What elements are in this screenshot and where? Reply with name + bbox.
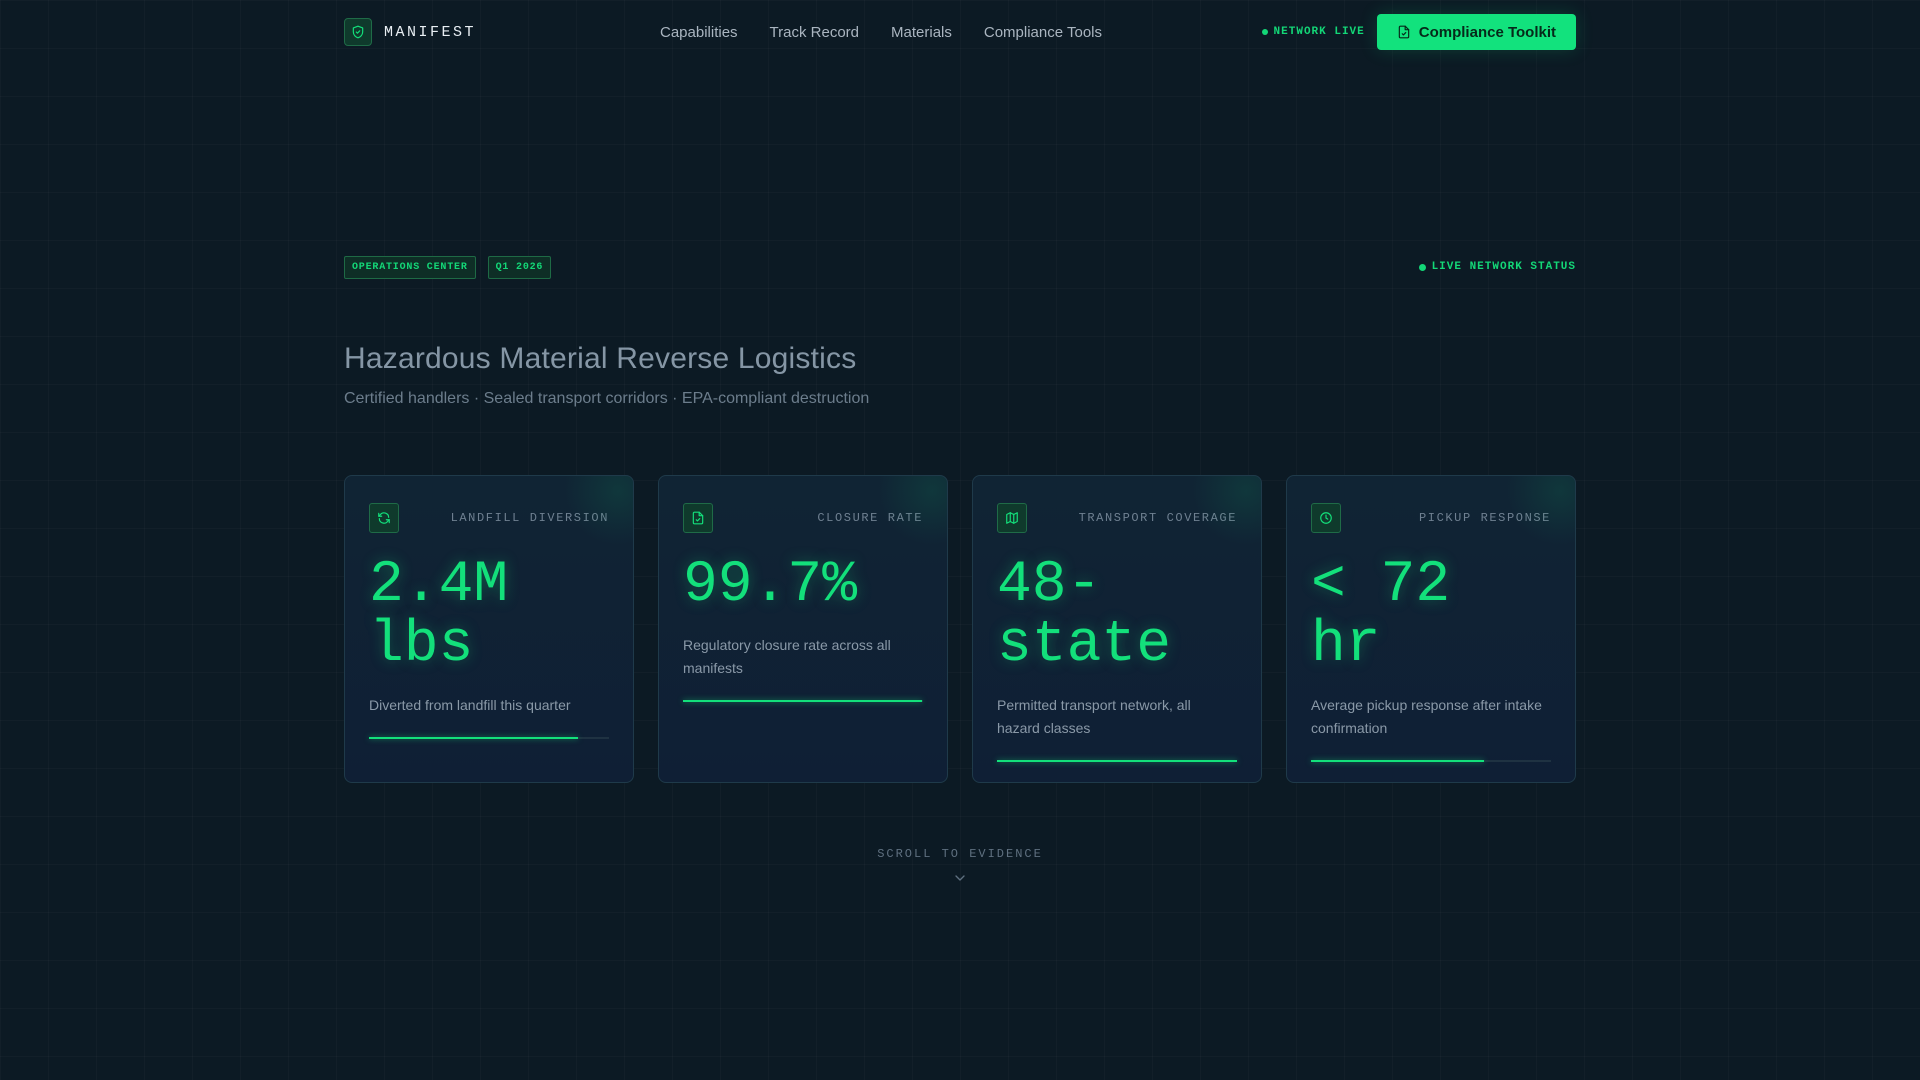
card-value: < 72 hr (1311, 553, 1451, 678)
progress-fill (683, 700, 923, 702)
page-title: Hazardous Material Reverse Logistics (344, 342, 857, 375)
nav-link-capabilities[interactable]: Capabilities (660, 24, 738, 41)
progress-bar (369, 737, 609, 739)
live-network-status: LIVE NETWORK STATUS (1418, 261, 1576, 273)
nav-right: NETWORK LIVE Compliance Toolkit (1261, 14, 1576, 50)
compliance-toolkit-button[interactable]: Compliance Toolkit (1376, 14, 1576, 50)
network-status-label: NETWORK LIVE (1273, 26, 1365, 38)
card-label: TRANSPORT COVERAGE (1078, 511, 1237, 525)
progress-bar (683, 700, 923, 702)
progress-bar (1311, 760, 1551, 762)
hero-tags: OPERATIONS CENTER Q1 2026 (344, 256, 552, 279)
metric-card-pickup-response: PICKUP RESPONSE < 72 hr Average pickup r… (1286, 475, 1576, 783)
map-icon (997, 503, 1027, 533)
progress-fill (1311, 760, 1484, 762)
card-label: PICKUP RESPONSE (1418, 511, 1551, 525)
brand[interactable]: MANIFEST (344, 18, 476, 46)
network-status: NETWORK LIVE (1261, 26, 1365, 38)
card-description: Diverted from landfill this quarter (369, 697, 571, 713)
page-subtitle: Certified handlers · Sealed transport co… (344, 390, 870, 407)
nav-link-materials[interactable]: Materials (891, 24, 952, 41)
card-label: CLOSURE RATE (817, 511, 923, 525)
clock-icon (1311, 503, 1341, 533)
tag-operations-center: OPERATIONS CENTER (344, 256, 476, 279)
card-description: Regulatory closure rate across all manif… (683, 637, 891, 676)
card-label: LANDFILL DIVERSION (450, 511, 609, 525)
document-icon (1398, 25, 1410, 39)
refresh-icon (369, 503, 399, 533)
card-description: Permitted transport network, all hazard … (997, 697, 1191, 736)
progress-fill (997, 760, 1237, 762)
nav-link-track-record[interactable]: Track Record (770, 24, 859, 41)
chevron-down-icon[interactable] (952, 870, 968, 886)
tag-quarter: Q1 2026 (487, 256, 552, 279)
nav-links: Capabilities Track Record Materials Comp… (660, 24, 1102, 41)
status-dot-icon (1261, 29, 1268, 35)
nav-link-compliance-tools[interactable]: Compliance Tools (984, 24, 1102, 41)
scroll-hint[interactable]: SCROLL TO EVIDENCE (0, 847, 1920, 861)
progress-bar (997, 760, 1237, 762)
metric-cards: LANDFILL DIVERSION 2.4M lbs Diverted fro… (344, 475, 1576, 783)
top-navbar: MANIFEST Capabilities Track Record Mater… (344, 14, 1576, 50)
card-description: Average pickup response after intake con… (1311, 697, 1542, 736)
brand-name: MANIFEST (384, 23, 477, 41)
metric-card-transport-coverage: TRANSPORT COVERAGE 48-state Permitted tr… (972, 475, 1262, 783)
live-network-status-label: LIVE NETWORK STATUS (1431, 261, 1576, 273)
document-icon (683, 503, 713, 533)
card-value: 48-state (997, 553, 1172, 678)
status-dot-icon (1418, 263, 1426, 271)
card-value: 99.7% (683, 553, 858, 618)
progress-fill (369, 737, 578, 739)
metric-card-landfill-diversion: LANDFILL DIVERSION 2.4M lbs Diverted fro… (344, 475, 634, 783)
shield-icon (344, 18, 372, 46)
card-value: 2.4M lbs (369, 553, 509, 678)
compliance-toolkit-label: Compliance Toolkit (1418, 23, 1556, 41)
metric-card-closure-rate: CLOSURE RATE 99.7% Regulatory closure ra… (658, 475, 948, 783)
